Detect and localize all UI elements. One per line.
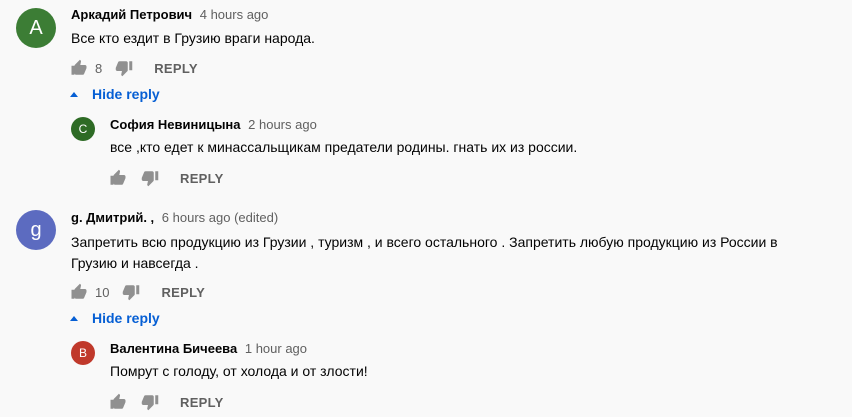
author-name[interactable]: Аркадий Петрович: [71, 7, 192, 22]
reply-header: София Невиницына 2 hours ago: [110, 116, 317, 134]
reply-actions: REPLY: [108, 392, 224, 412]
avatar[interactable]: A: [16, 8, 56, 48]
comment-actions: 8 REPLY: [69, 58, 198, 78]
avatar[interactable]: С: [71, 117, 95, 141]
hide-reply-label: Hide reply: [92, 86, 160, 102]
like-count: 8: [95, 60, 103, 76]
like-icon[interactable]: [69, 282, 89, 302]
reply-button[interactable]: REPLY: [161, 285, 205, 300]
hide-reply-button[interactable]: Hide reply: [70, 310, 160, 326]
reply-button[interactable]: REPLY: [180, 395, 224, 410]
dislike-icon[interactable]: [114, 58, 134, 78]
author-name[interactable]: g. Дмитрий. ,: [71, 210, 154, 225]
hide-reply-label: Hide reply: [92, 310, 160, 326]
comment-time[interactable]: 1 hour ago: [245, 341, 307, 356]
reply-text: все ,кто едет к минассальщикам предатели…: [110, 139, 578, 155]
reply-button[interactable]: REPLY: [180, 171, 224, 186]
reply-header: Валентина Бичеева 1 hour ago: [110, 340, 307, 358]
like-count: 10: [95, 284, 110, 300]
comment-time[interactable]: 4 hours ago: [200, 7, 269, 22]
dislike-icon[interactable]: [140, 168, 160, 188]
comment-text-line-2: Грузию и навсегда .: [71, 255, 199, 271]
dislike-icon[interactable]: [140, 392, 160, 412]
avatar[interactable]: В: [71, 341, 95, 365]
comment-time[interactable]: 6 hours ago (edited): [162, 210, 278, 225]
dislike-icon[interactable]: [121, 282, 141, 302]
reply-actions: REPLY: [108, 168, 224, 188]
comment-text: Все кто ездит в Грузию враги народа.: [71, 30, 315, 46]
author-name[interactable]: Валентина Бичеева: [110, 341, 237, 356]
reply-button[interactable]: REPLY: [154, 61, 198, 76]
avatar[interactable]: g: [16, 210, 56, 250]
caret-up-icon: [70, 315, 78, 321]
hide-reply-button[interactable]: Hide reply: [70, 86, 160, 102]
comment-header: g. Дмитрий. , 6 hours ago (edited): [71, 209, 278, 227]
reply-text: Помрут с голоду, от холода и от злости!: [110, 363, 368, 379]
caret-up-icon: [70, 91, 78, 97]
comment-header: Аркадий Петрович 4 hours ago: [71, 6, 268, 24]
like-icon[interactable]: [108, 168, 128, 188]
author-name[interactable]: София Невиницына: [110, 117, 241, 132]
comment-time[interactable]: 2 hours ago: [248, 117, 317, 132]
like-icon[interactable]: [108, 392, 128, 412]
comment-text-line-1: Запретить всю продукцию из Грузии , тури…: [71, 234, 778, 250]
comment-actions: 10 REPLY: [69, 282, 205, 302]
like-icon[interactable]: [69, 58, 89, 78]
